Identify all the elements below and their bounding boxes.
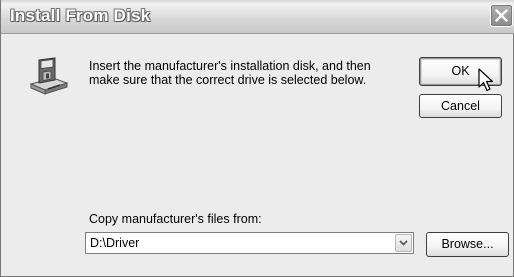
mouse-pointer-icon — [478, 68, 494, 92]
browse-button[interactable]: Browse... — [426, 232, 509, 257]
copy-from-label: Copy manufacturer's files from: — [89, 212, 262, 226]
close-button[interactable] — [490, 4, 513, 27]
copy-from-path-combobox[interactable]: D:\Driver — [85, 232, 414, 254]
close-icon — [495, 9, 508, 22]
path-dropdown-button[interactable] — [395, 234, 412, 252]
window-title: Install From Disk — [10, 6, 151, 25]
cancel-button[interactable]: Cancel — [419, 94, 502, 118]
install-from-disk-dialog: Install From Disk Insert the manufacture… — [0, 0, 514, 277]
instruction-line-1: Insert the manufacturer's installation d… — [89, 59, 371, 73]
title-bar[interactable]: Install From Disk — [1, 0, 514, 34]
chevron-down-icon — [399, 240, 408, 246]
instruction-line-2: make sure that the correct drive is sele… — [89, 73, 367, 87]
floppy-drive-install-icon — [29, 57, 69, 95]
copy-from-path-value[interactable]: D:\Driver — [90, 236, 139, 250]
instruction-text: Insert the manufacturer's installation d… — [89, 59, 409, 87]
